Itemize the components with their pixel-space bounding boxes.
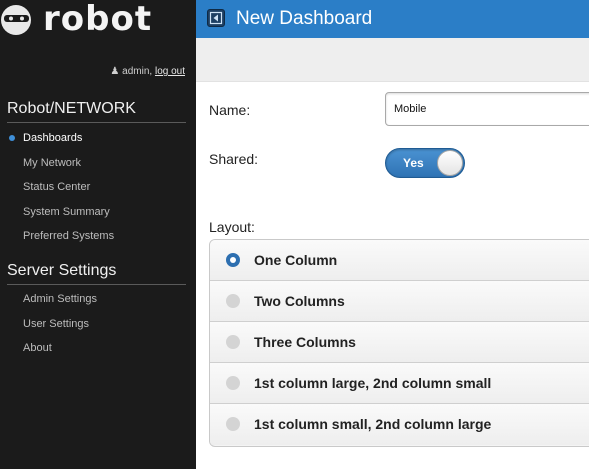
robot-logo-icon [1,5,31,35]
page-title: New Dashboard [236,8,373,29]
radio-unchecked-icon [226,417,240,431]
back-arrow-icon [209,11,223,25]
shared-label: Shared: [209,151,259,167]
sidebar-item-preferred-systems[interactable]: Preferred Systems [23,230,114,242]
layout-label: Layout: [209,219,255,235]
layout-radio-group: One Column Two Columns Three Columns 1st… [209,239,589,447]
sidebar-item-about[interactable]: About [23,342,52,354]
section-divider [7,284,186,285]
layout-option-label: One Column [254,252,338,268]
brand-logo[interactable]: robot [0,0,196,40]
logout-link[interactable]: log out [155,66,185,77]
username: admin, [122,66,153,77]
toggle-knob [437,150,463,176]
radio-unchecked-icon [226,376,240,390]
sidebar-item-status-center[interactable]: Status Center [23,181,90,193]
user-info: ♟ admin, log out [110,66,185,77]
radio-unchecked-icon [226,294,240,308]
sidebar-item-system-summary[interactable]: System Summary [23,206,110,218]
sidebar-item-my-network[interactable]: My Network [23,157,81,169]
layout-option-label: Two Columns [254,293,345,309]
sidebar-item-dashboards[interactable]: Dashboards [9,132,82,144]
shared-toggle-label: Yes [403,156,424,170]
layout-option-two-columns[interactable]: Two Columns [210,281,589,322]
sidebar-item-user-settings[interactable]: User Settings [23,318,89,330]
sidebar: robot ♟ admin, log out Robot/NETWORK Das… [0,0,196,469]
layout-option-label: 1st column small, 2nd column large [254,416,492,432]
back-button[interactable] [207,9,225,27]
section-divider [7,122,186,123]
user-icon: ♟ [110,66,120,77]
brand-logo-text: robot [43,0,153,39]
layout-option-large-small[interactable]: 1st column large, 2nd column small [210,363,589,404]
layout-option-three-columns[interactable]: Three Columns [210,322,589,363]
header-bar: New Dashboard [196,0,589,38]
layout-option-one-column[interactable]: One Column [210,240,589,281]
sidebar-item-admin-settings[interactable]: Admin Settings [23,293,97,305]
toolbar-strip [196,38,589,82]
radio-unchecked-icon [226,335,240,349]
layout-option-small-large[interactable]: 1st column small, 2nd column large [210,404,589,445]
radio-checked-icon [226,253,240,267]
name-label: Name: [209,102,251,118]
section-title-server-settings: Server Settings [7,262,117,279]
name-input[interactable] [385,92,589,126]
layout-option-label: Three Columns [254,334,356,350]
layout-option-label: 1st column large, 2nd column small [254,375,492,391]
shared-toggle[interactable]: Yes [385,148,465,178]
section-title-robot-network: Robot/NETWORK [7,100,136,117]
